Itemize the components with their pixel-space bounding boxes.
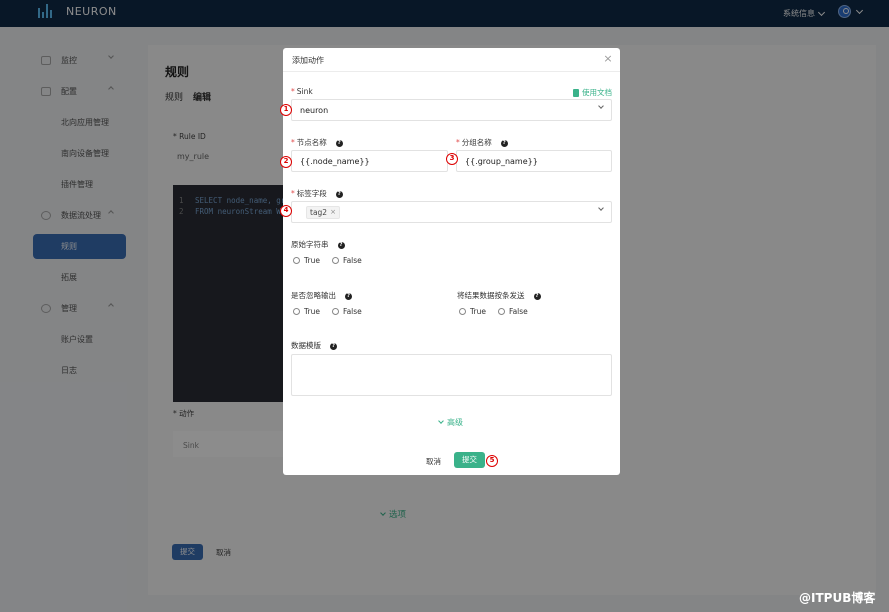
- raw-string-false-radio[interactable]: False: [331, 256, 362, 265]
- node-name-value: {{.node_name}}: [300, 156, 370, 166]
- annotation-marker: 1: [280, 104, 292, 116]
- help-icon[interactable]: ?: [330, 342, 337, 350]
- help-icon[interactable]: ?: [337, 241, 345, 249]
- modal-header: 添加动作 ×: [283, 48, 620, 72]
- modal-title: 添加动作: [292, 56, 324, 65]
- chevron-down-icon: [598, 205, 604, 211]
- data-template-textarea[interactable]: [291, 354, 612, 396]
- group-name-label: * 分组名称?: [456, 138, 508, 147]
- send-single-label: 将结果数据按条发送?: [457, 291, 541, 300]
- close-icon[interactable]: ×: [330, 208, 336, 216]
- chevron-down-icon: [598, 103, 604, 109]
- raw-string-label: 原始字符串?: [291, 240, 345, 249]
- document-icon: [573, 88, 579, 97]
- radio-circle-icon: [331, 257, 339, 264]
- group-name-value: {{.group_name}}: [465, 156, 538, 166]
- watermark: @ITPUB博客: [799, 591, 876, 605]
- doc-link-label: 使用文档: [582, 88, 612, 97]
- data-template-label: 数据模版?: [291, 341, 337, 350]
- radio-circle-icon: [331, 308, 339, 315]
- help-icon[interactable]: ?: [500, 139, 508, 147]
- send-single-radio-group: True False: [459, 307, 528, 316]
- annotation-marker: 2: [280, 156, 292, 168]
- annotation-marker: 4: [280, 205, 292, 217]
- add-action-modal: 添加动作 × * Sink 使用文档 neuron * 节点名称? {{.node_…: [280, 48, 620, 475]
- tag-chip-label: tag2: [310, 207, 328, 217]
- sink-select-value: neuron: [300, 105, 329, 115]
- radio-circle-icon: [293, 308, 300, 315]
- sink-label: * Sink: [291, 87, 313, 96]
- omit-output-false-radio[interactable]: False: [331, 307, 362, 316]
- help-icon[interactable]: ?: [345, 292, 352, 300]
- help-icon[interactable]: ?: [335, 139, 343, 147]
- radio-circle-icon: [497, 308, 505, 315]
- node-name-input[interactable]: {{.node_name}}: [291, 150, 448, 172]
- tag-chip: tag2 ×: [306, 205, 340, 219]
- help-icon[interactable]: ?: [335, 190, 343, 198]
- modal-cancel-button[interactable]: 取消: [426, 456, 441, 467]
- radio-circle-icon: [459, 308, 466, 315]
- annotation-marker: 5: [486, 455, 498, 467]
- raw-string-radio-group: True False: [293, 256, 362, 265]
- send-single-true-radio[interactable]: True: [459, 307, 486, 316]
- sink-select[interactable]: neuron: [291, 99, 612, 121]
- radio-circle-icon: [293, 257, 300, 264]
- omit-output-radio-group: True False: [293, 307, 362, 316]
- annotation-marker: 3: [446, 153, 458, 165]
- doc-link[interactable]: 使用文档: [573, 87, 612, 98]
- raw-string-true-radio[interactable]: True: [293, 256, 320, 265]
- chevron-down-icon: [438, 418, 444, 424]
- tags-label: * 标签字段?: [291, 189, 343, 198]
- omit-output-true-radio[interactable]: True: [293, 307, 320, 316]
- modal-submit-button[interactable]: 提交: [454, 452, 485, 468]
- advanced-label: 高级: [447, 418, 463, 427]
- omit-output-label: 是否忽略输出?: [291, 291, 352, 300]
- group-name-input[interactable]: {{.group_name}}: [456, 150, 612, 172]
- advanced-toggle[interactable]: 高级: [438, 417, 463, 428]
- tags-select[interactable]: tag2 ×: [291, 201, 612, 223]
- help-icon[interactable]: ?: [533, 292, 541, 300]
- send-single-false-radio[interactable]: False: [497, 307, 528, 316]
- close-icon[interactable]: ×: [603, 53, 613, 64]
- node-name-label: * 节点名称?: [291, 138, 343, 147]
